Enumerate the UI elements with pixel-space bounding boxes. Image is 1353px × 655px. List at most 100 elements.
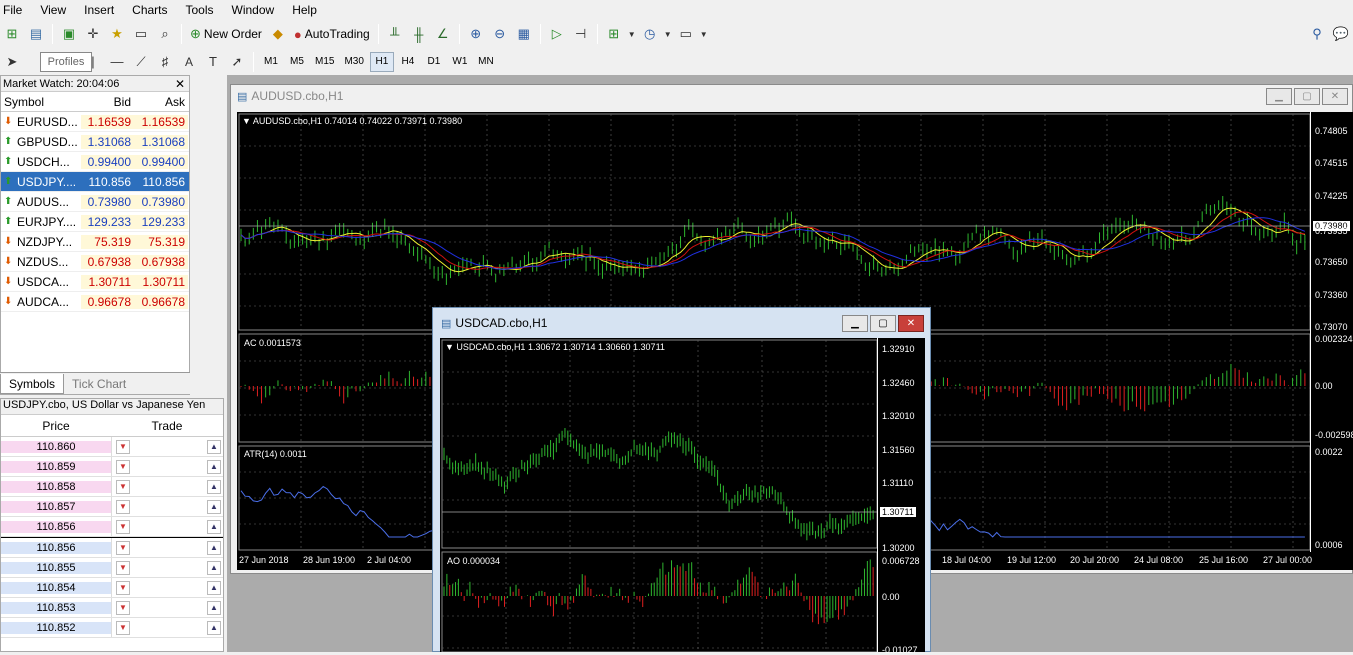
market-watch-row[interactable]: ⬇ NZDJPY... 75.319 75.319 [1, 232, 189, 252]
trendline-icon[interactable]: ⟋ [130, 51, 152, 73]
fibonacci-icon[interactable]: ♯ [154, 51, 176, 73]
profiles-tooltip: Profiles [40, 52, 92, 72]
chart-shift-icon[interactable]: ⊣ [570, 23, 592, 45]
zoom-out-icon[interactable]: ⊖ [489, 23, 511, 45]
sell-chevron-icon[interactable]: ▼ [116, 540, 130, 555]
bar-chart-icon[interactable]: ╨ [384, 23, 406, 45]
menu-window[interactable]: Window [229, 0, 284, 20]
close-button[interactable]: ✕ [898, 314, 924, 332]
menu-file[interactable]: File [0, 0, 31, 20]
menu-view[interactable]: View [37, 0, 75, 20]
menu-insert[interactable]: Insert [81, 0, 123, 20]
timeframe-d1[interactable]: D1 [422, 52, 446, 72]
timeframe-m15[interactable]: M15 [311, 52, 338, 72]
sell-chevron-icon[interactable]: ▼ [116, 560, 130, 575]
minimize-button[interactable]: ▁ [842, 314, 868, 332]
market-watch-row[interactable]: ⬇ USDCA... 1.30711 1.30711 [1, 272, 189, 292]
indicators-icon[interactable]: ⊞ [603, 23, 625, 45]
terminal-icon[interactable]: ▭ [130, 23, 152, 45]
buy-chevron-icon[interactable]: ▲ [207, 600, 221, 615]
search-icon[interactable]: ⚲ [1306, 23, 1328, 45]
market-watch-row[interactable]: ⬇ NZDUS... 0.67938 0.67938 [1, 252, 189, 272]
sell-chevron-icon[interactable]: ▼ [116, 439, 130, 454]
timeframe-h1[interactable]: H1 [369, 51, 394, 72]
price-tick: 1.32460 [882, 378, 915, 388]
sell-chevron-icon[interactable]: ▼ [116, 519, 130, 534]
buy-chevron-icon[interactable]: ▲ [207, 519, 221, 534]
strategy-tester-icon[interactable]: ⌕ [154, 23, 176, 45]
market-watch-row[interactable]: ⬆ GBPUSD... 1.31068 1.31068 [1, 132, 189, 152]
autotrading-icon: ● [293, 26, 302, 42]
chat-icon[interactable]: 💬 [1330, 23, 1352, 45]
window-titlebar[interactable]: ▤ USDCAD.cbo,H1 ▁ ▢ ✕ [433, 308, 930, 338]
close-icon[interactable]: ✕ [175, 77, 189, 91]
zoom-in-icon[interactable]: ⊕ [465, 23, 487, 45]
minimize-button[interactable]: ▁ [1266, 87, 1292, 105]
buy-chevron-icon[interactable]: ▲ [207, 580, 221, 595]
menu-charts[interactable]: Charts [129, 0, 176, 20]
menu-help[interactable]: Help [289, 0, 326, 20]
market-watch-icon[interactable]: ▣ [58, 23, 80, 45]
horizontal-line-icon[interactable]: — [106, 51, 128, 73]
timeframe-w1[interactable]: W1 [448, 52, 472, 72]
timeframe-h4[interactable]: H4 [396, 52, 420, 72]
buy-chevron-icon[interactable]: ▲ [207, 540, 221, 555]
tab-tick-chart[interactable]: Tick Chart [64, 374, 134, 394]
buy-chevron-icon[interactable]: ▲ [207, 479, 221, 494]
column-bid[interactable]: Bid [81, 95, 134, 109]
market-watch-row[interactable]: ⬆ USDCH... 0.99400 0.99400 [1, 152, 189, 172]
market-watch-row[interactable]: ⬆ EURJPY.... 129.233 129.233 [1, 212, 189, 232]
timeframe-mn[interactable]: MN [474, 52, 498, 72]
templates-icon[interactable]: ▭ [675, 23, 697, 45]
sell-chevron-icon[interactable]: ▼ [116, 459, 130, 474]
depth-trade-cell: ▼ ▲ [111, 517, 223, 536]
navigator-icon[interactable]: ★ [106, 23, 128, 45]
restore-button[interactable]: ▢ [1294, 87, 1320, 105]
buy-chevron-icon[interactable]: ▲ [207, 439, 221, 454]
window-titlebar[interactable]: ▤ AUDUSD.cbo,H1 ▁ ▢ ✕ [231, 85, 1352, 107]
profiles-icon[interactable]: ▤ [25, 23, 47, 45]
tile-windows-icon[interactable]: ▦ [513, 23, 535, 45]
close-button[interactable]: ✕ [1322, 87, 1348, 105]
line-chart-icon[interactable]: ∠ [432, 23, 454, 45]
sell-chevron-icon[interactable]: ▼ [116, 600, 130, 615]
chevron-down-icon[interactable]: ▼ [699, 23, 709, 45]
buy-chevron-icon[interactable]: ▲ [207, 499, 221, 514]
timeframe-m30[interactable]: M30 [340, 52, 367, 72]
row-symbol: ⬆ AUDUS... [1, 195, 81, 209]
timeframe-m1[interactable]: M1 [259, 52, 283, 72]
periods-icon[interactable]: ◷ [639, 23, 661, 45]
buy-chevron-icon[interactable]: ▲ [207, 620, 221, 635]
tab-symbols[interactable]: Symbols [0, 374, 65, 394]
sell-chevron-icon[interactable]: ▼ [116, 580, 130, 595]
menu-bar: File View Insert Charts Tools Window Hel… [0, 0, 1353, 20]
market-watch-row[interactable]: ⬆ AUDUS... 0.73980 0.73980 [1, 192, 189, 212]
arrows-icon[interactable]: ➚ [226, 51, 248, 73]
buy-chevron-icon[interactable]: ▲ [207, 560, 221, 575]
chevron-down-icon[interactable]: ▼ [663, 23, 673, 45]
market-watch-row[interactable]: ⬆ USDJPY.... 110.856 110.856 [1, 172, 189, 192]
cursor-icon[interactable]: ➤ [1, 51, 23, 73]
column-ask[interactable]: Ask [134, 95, 188, 109]
market-watch-row[interactable]: ⬇ AUDCA... 0.96678 0.96678 [1, 292, 189, 312]
chevron-down-icon[interactable]: ▼ [627, 23, 637, 45]
autotrading-button[interactable]: ● AutoTrading [290, 23, 374, 45]
column-symbol[interactable]: Symbol [1, 95, 81, 109]
data-window-icon[interactable]: ✛ [82, 23, 104, 45]
usdcad-chart[interactable]: ▼ USDCAD.cbo,H1 1.30672 1.30714 1.30660 … [440, 338, 925, 655]
sell-chevron-icon[interactable]: ▼ [116, 620, 130, 635]
timeframe-m5[interactable]: M5 [285, 52, 309, 72]
buy-chevron-icon[interactable]: ▲ [207, 459, 221, 474]
metaeditor-icon[interactable]: ◆ [267, 23, 289, 45]
market-watch-row[interactable]: ⬇ EURUSD... 1.16539 1.16539 [1, 112, 189, 132]
menu-tools[interactable]: Tools [183, 0, 223, 20]
sell-chevron-icon[interactable]: ▼ [116, 479, 130, 494]
new-order-button[interactable]: ⊕ New Order [186, 23, 266, 45]
sell-chevron-icon[interactable]: ▼ [116, 499, 130, 514]
text-icon[interactable]: A [178, 51, 200, 73]
restore-button[interactable]: ▢ [870, 314, 896, 332]
label-icon[interactable]: T [202, 51, 224, 73]
candlestick-icon[interactable]: ╫ [408, 23, 430, 45]
new-chart-icon[interactable]: ⊞ [1, 23, 23, 45]
auto-scroll-icon[interactable]: ▷ [546, 23, 568, 45]
